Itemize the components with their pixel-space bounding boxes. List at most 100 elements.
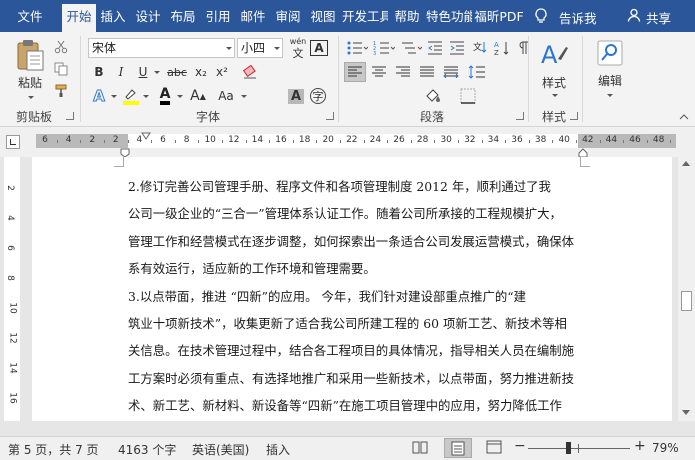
language-status[interactable]: 英语(美国) bbox=[192, 441, 249, 458]
font-launcher-icon[interactable] bbox=[326, 112, 334, 120]
chinese-layout-icon[interactable]: 文 bbox=[470, 38, 490, 58]
increase-indent-icon[interactable] bbox=[447, 38, 467, 58]
scroll-down-icon[interactable] bbox=[682, 410, 690, 415]
change-case-dropdown-icon[interactable] bbox=[241, 95, 247, 98]
document-text-line[interactable]: 术、新工艺、新材料、新设备等“四新”在施工项目管理中的应用，努力降低工作 bbox=[128, 396, 562, 414]
clipboard-launcher-icon[interactable] bbox=[66, 112, 74, 120]
vertical-ruler[interactable]: 2 4 6 8 10 12 14 16 bbox=[4, 157, 20, 421]
vertical-scrollbar[interactable] bbox=[678, 157, 695, 421]
change-case-button[interactable]: Aa bbox=[212, 86, 240, 106]
document-text-line[interactable]: 2.修订完善公司管理手册、程序文件和各项管理制度 2012 年，顺利通过了我 bbox=[128, 177, 551, 195]
subscript-button[interactable]: x₂ bbox=[191, 62, 211, 82]
document-text-line[interactable]: 工方案时必须有重点、有选择地推广和采用一些新技术，以点带面，努力推进新技 bbox=[128, 369, 574, 387]
phonetic-guide-button[interactable]: wén 文 bbox=[287, 37, 309, 60]
document-page[interactable]: 2.修订完善公司管理手册、程序文件和各项管理制度 2012 年，顺利通过了我 公司… bbox=[32, 157, 672, 421]
text-effects-button[interactable]: A bbox=[88, 86, 110, 106]
paste-dropdown-icon[interactable] bbox=[28, 96, 34, 99]
bullets-icon[interactable] bbox=[344, 38, 370, 58]
editing-dropdown-icon[interactable] bbox=[607, 94, 613, 97]
superscript-button[interactable]: x² bbox=[212, 62, 232, 82]
tab-special[interactable]: 特色功能 bbox=[426, 6, 472, 32]
font-color-button[interactable]: A bbox=[154, 86, 176, 106]
copy-icon[interactable] bbox=[52, 60, 70, 78]
right-indent-marker[interactable] bbox=[578, 147, 588, 158]
tab-mailings[interactable]: 邮件 bbox=[237, 6, 269, 32]
tab-help[interactable]: 帮助 bbox=[390, 6, 424, 32]
zoom-level[interactable]: 79% bbox=[652, 441, 679, 455]
document-text-line[interactable]: 公司一级企业的“三合一”管理体系认证工作。随着公司所承接的工程规模扩大， bbox=[128, 204, 562, 222]
sort-icon[interactable]: AZ bbox=[492, 38, 512, 58]
strikethrough-button[interactable]: abc bbox=[163, 62, 191, 82]
search-icon[interactable] bbox=[594, 38, 626, 68]
tab-insert[interactable]: 插入 bbox=[97, 6, 129, 32]
styles-button[interactable]: 样式 bbox=[534, 74, 574, 90]
read-mode-icon[interactable] bbox=[412, 440, 428, 457]
grow-font-button[interactable]: A ▲ bbox=[187, 86, 209, 106]
paragraph-launcher-icon[interactable] bbox=[516, 112, 524, 120]
zoom-in-button[interactable]: + bbox=[634, 438, 646, 454]
underline-dropdown-icon[interactable] bbox=[154, 71, 160, 74]
print-layout-icon[interactable] bbox=[444, 438, 472, 458]
document-text-line[interactable]: 系有效运行，适应新的工作环境和管理需要。 bbox=[128, 259, 376, 277]
horizontal-ruler[interactable]: 6 4 2 2 4 6 8 10 12 14 16 18 20 22 24 26 28 30 32 34 36 38 40 4… bbox=[36, 134, 676, 148]
clear-formatting-icon[interactable] bbox=[240, 62, 262, 82]
text-effects-dropdown-icon[interactable] bbox=[111, 95, 117, 98]
lightbulb-icon[interactable] bbox=[534, 8, 548, 27]
zoom-slider[interactable] bbox=[528, 448, 630, 449]
align-center-icon[interactable] bbox=[368, 62, 390, 82]
document-text-line[interactable]: 筑业十项新技术”，收集更新了适合我公司所建工程的 60 项新工艺、新技术等相 bbox=[128, 314, 567, 332]
format-painter-icon[interactable] bbox=[52, 82, 70, 100]
zoom-out-button[interactable]: − bbox=[514, 438, 526, 454]
insert-mode[interactable]: 插入 bbox=[266, 441, 290, 458]
tab-developer[interactable]: 开发工具 bbox=[342, 6, 388, 32]
tab-references[interactable]: 引用 bbox=[202, 6, 234, 32]
numbering-icon[interactable]: 123 bbox=[371, 38, 397, 58]
left-indent-marker[interactable] bbox=[120, 147, 130, 158]
tab-layout[interactable]: 布局 bbox=[167, 6, 199, 32]
collapse-ribbon-icon[interactable] bbox=[678, 112, 690, 122]
justify-icon[interactable] bbox=[416, 62, 438, 82]
tab-design[interactable]: 设计 bbox=[132, 6, 164, 32]
font-name-combo[interactable]: 宋体 bbox=[88, 38, 235, 58]
font-color-dropdown-icon[interactable] bbox=[177, 95, 183, 98]
chevron-down-icon[interactable] bbox=[226, 47, 232, 50]
editing-button[interactable]: 编辑 bbox=[588, 72, 632, 88]
document-text-line[interactable]: 3.以点带面，推进 “四新”的应用。 今年，我们针对建设部重点推广的“建 bbox=[128, 287, 526, 305]
char-border-button[interactable]: A bbox=[309, 38, 329, 58]
zoom-slider-thumb[interactable] bbox=[566, 442, 571, 454]
italic-button[interactable]: I bbox=[112, 62, 130, 82]
multilevel-list-icon[interactable] bbox=[398, 38, 424, 58]
align-right-icon[interactable] bbox=[392, 62, 414, 82]
tab-foxit-pdf[interactable]: 福昕PDF bbox=[474, 6, 524, 32]
paste-button[interactable]: 粘贴 bbox=[10, 74, 50, 90]
tab-selector-icon[interactable] bbox=[6, 135, 20, 149]
word-count[interactable]: 4163 个字 bbox=[118, 441, 176, 458]
paste-icon[interactable] bbox=[10, 36, 50, 74]
scrollbar-thumb[interactable] bbox=[681, 291, 692, 311]
borders-icon[interactable] bbox=[455, 86, 481, 106]
bold-button[interactable]: B bbox=[90, 62, 108, 82]
cut-icon[interactable] bbox=[52, 38, 70, 56]
tab-file[interactable]: 文件 bbox=[10, 6, 50, 32]
decrease-indent-icon[interactable] bbox=[425, 38, 445, 58]
tab-review[interactable]: 审阅 bbox=[272, 6, 304, 32]
share-button[interactable]: 共享 bbox=[646, 8, 671, 27]
tab-home[interactable]: 开始 bbox=[62, 4, 96, 32]
person-icon[interactable] bbox=[627, 8, 641, 25]
tab-view[interactable]: 视图 bbox=[307, 6, 339, 32]
highlight-dropdown-icon[interactable] bbox=[143, 95, 149, 98]
chevron-down-icon[interactable] bbox=[274, 47, 280, 50]
web-layout-icon[interactable] bbox=[486, 440, 502, 457]
show-marks-icon[interactable] bbox=[514, 38, 532, 58]
styles-icon[interactable]: A bbox=[536, 38, 572, 72]
underline-button[interactable]: U bbox=[134, 62, 152, 82]
scroll-up-icon[interactable] bbox=[682, 161, 690, 166]
line-spacing-icon[interactable] bbox=[466, 62, 488, 82]
document-text-line[interactable]: 管理工作和经营模式在逐步调整，如何探索出一条适合公司发展运营模式，确保体 bbox=[128, 232, 574, 250]
document-text-line[interactable]: 关信息。在技术管理过程中，结合各工程项目的具体情况，指导相关人员在编制施 bbox=[128, 341, 574, 359]
tell-me-search[interactable]: 告诉我 bbox=[559, 8, 597, 27]
distributed-icon[interactable] bbox=[440, 62, 462, 82]
shading-icon[interactable] bbox=[420, 86, 446, 106]
styles-launcher-icon[interactable] bbox=[570, 112, 578, 120]
first-line-indent-marker[interactable] bbox=[141, 129, 151, 140]
